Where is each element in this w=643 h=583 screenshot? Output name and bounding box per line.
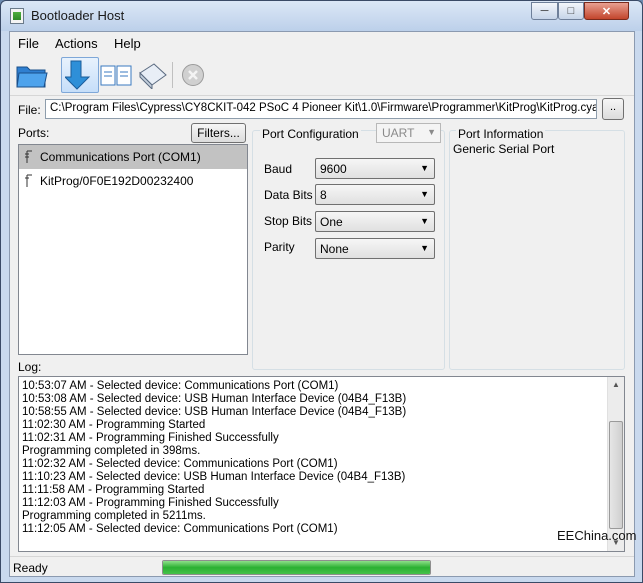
program-button[interactable] [61,57,99,93]
stop-bits-value: One [320,215,343,229]
filters-button[interactable]: Filters... [191,123,246,143]
log-lines: 10:53:07 AM - Selected device: Communica… [22,380,606,551]
progress-bar [162,560,431,575]
close-icon: ✕ [601,5,612,18]
log-line: 11:10:23 AM - Selected device: USB Human… [22,471,406,483]
menu-help[interactable]: Help [114,36,141,51]
parity-label: Parity [264,240,295,254]
protocol-select: UART ▼ [376,123,441,143]
port-item-label: KitProg/0F0E192D00232400 [40,174,194,188]
log-line: 11:11:58 AM - Programming Started [22,484,205,496]
port-information-group [449,130,625,370]
status-text: Ready [13,561,48,575]
chevron-down-icon: ▼ [420,216,429,226]
log-label: Log: [18,360,42,374]
open-file-button[interactable] [14,57,50,93]
log-line: 11:02:31 AM - Programming Finished Succe… [22,432,279,444]
parity-value: None [320,242,349,256]
scroll-thumb[interactable] [609,421,623,529]
minimize-button[interactable]: ─ [531,2,558,20]
minimize-icon: ─ [540,5,549,17]
app-icon [10,8,24,24]
log-line: 11:02:32 AM - Selected device: Communica… [22,458,338,470]
title-bar[interactable]: Bootloader Host ─ □ ✕ [1,1,642,31]
log-line: Programming completed in 5211ms. [22,510,206,522]
menu-file[interactable]: File [18,36,39,51]
chevron-down-icon: ▼ [427,127,436,137]
stop-bits-select[interactable]: One ▼ [315,211,435,232]
stop-bits-label: Stop Bits [264,214,313,228]
folder-icon [16,66,48,88]
log-scrollbar[interactable]: ▲ ▼ [607,377,624,551]
program-arrow-icon [65,60,91,90]
status-bar: Ready [10,556,634,577]
serial-port-icon [25,150,32,163]
ports-list[interactable]: Communications Port (COM1) KitProg/0F0E1… [18,144,248,355]
erase-button[interactable] [99,57,135,93]
close-button[interactable]: ✕ [584,2,629,20]
port-item-label: Communications Port (COM1) [40,150,201,164]
abort-button[interactable] [178,57,208,93]
baud-value: 9600 [320,162,347,176]
log-line: 10:53:08 AM - Selected device: USB Human… [22,393,407,405]
baud-select[interactable]: 9600 ▼ [315,158,435,179]
port-item-com1[interactable]: Communications Port (COM1) [19,145,247,169]
menu-bar: File Actions Help [10,32,634,54]
ports-label: Ports: [18,126,50,140]
baud-label: Baud [264,162,293,176]
usb-port-icon [25,174,32,187]
client-area: File Actions Help File: C:\Program Files… [9,31,635,577]
port-information-title: Port Information [456,127,546,141]
maximize-button[interactable]: □ [558,2,584,20]
progress-fill [163,561,430,574]
toolbar [10,56,634,96]
verify-button[interactable] [136,57,170,93]
toolbar-separator [172,62,173,88]
data-bits-select[interactable]: 8 ▼ [315,184,435,205]
log-line: 10:58:55 AM - Selected device: USB Human… [22,406,407,418]
log-line: 10:53:07 AM - Selected device: Communica… [22,380,339,392]
port-item-kitprog[interactable]: KitProg/0F0E192D00232400 [19,169,247,193]
scroll-up-icon[interactable]: ▲ [608,377,624,393]
log-line: Programming completed in 398ms. [22,445,201,457]
cancel-icon [182,64,204,86]
log-textbox[interactable]: 10:53:07 AM - Selected device: Communica… [18,376,625,552]
app-window: Bootloader Host ─ □ ✕ File Actions Help [0,0,643,583]
data-bits-value: 8 [320,188,327,202]
browse-button[interactable]: .. [602,98,624,120]
protocol-value: UART [382,126,415,140]
chip-icon [139,63,167,89]
chevron-down-icon: ▼ [420,189,429,199]
watermark: EEChina.com [557,528,637,543]
chevron-down-icon: ▼ [420,243,429,253]
file-path-input[interactable]: C:\Program Files\Cypress\CY8CKIT-042 PSo… [45,99,597,119]
documents-icon [100,65,132,86]
chevron-down-icon: ▼ [420,163,429,173]
file-label: File: [18,103,41,117]
port-configuration-title: Port Configuration [260,127,361,141]
port-information-text: Generic Serial Port [453,142,555,156]
log-line: 11:02:30 AM - Programming Started [22,419,206,431]
log-line: 11:12:05 AM - Selected device: Communica… [22,523,338,535]
menu-actions[interactable]: Actions [55,36,98,51]
window-title: Bootloader Host [31,8,125,23]
maximize-icon: □ [567,5,575,17]
log-line: 11:12:03 AM - Programming Finished Succe… [22,497,279,509]
parity-select[interactable]: None ▼ [315,238,435,259]
data-bits-label: Data Bits [264,188,313,202]
